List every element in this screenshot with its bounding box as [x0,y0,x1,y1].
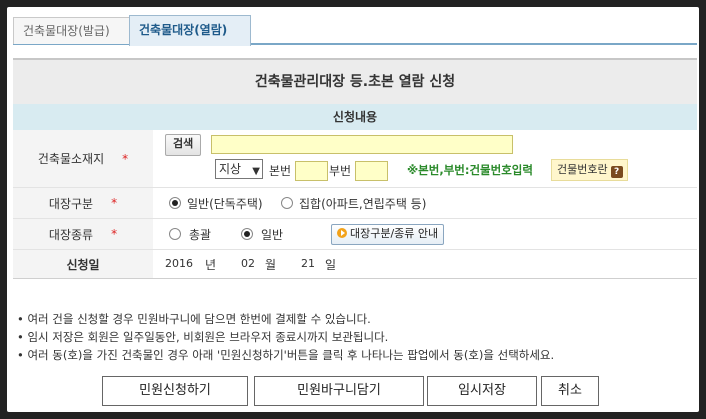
month-unit: 월 [265,258,277,272]
help-icon: ? [610,166,623,178]
ledger-kind-radio-summary[interactable] [169,228,181,240]
location-row: 건축물소재지 * 검색 지상 ▼ 본번 부번 ※본번,부번:건물번호입력 건물번… [13,130,697,188]
notice-list: • 여러 건을 신청할 경우 민원바구니에 담으면 한번에 결제할 수 있습니다… [17,310,697,364]
chevron-down-icon: ▼ [252,166,260,177]
required-mark: * [111,196,118,210]
ledger-kind-label-cell: 대장종류 * [13,219,153,249]
apply-year: 2016 [165,257,193,270]
ledger-kind-radio-general[interactable] [241,228,253,240]
location-label: 건축물소재지 [37,152,105,166]
ledger-kind-label: 대장종류 [48,227,94,242]
notice-item: • 임시 저장은 회원은 일주일동안, 비회원은 브라우저 종료시까지 보관됩니… [17,330,389,344]
main-no-label: 본번 [269,164,292,178]
required-mark: * [111,227,118,241]
apply-button[interactable]: 민원신청하기 [102,376,248,406]
application-window: 건축물대장(발급) 건축물대장(열람) 건축물관리대장 등.초본 열람 신청 신… [7,7,699,412]
main-no-input[interactable] [295,161,328,181]
land-type-select[interactable]: 지상 ▼ [215,159,263,179]
ledger-guide-button[interactable]: 대장구분/종류 안내 [331,224,445,245]
cancel-button[interactable]: 취소 [541,376,599,406]
ledger-type-label-cell: 대장구분 * [13,188,153,218]
sub-no-label: 부번 [329,164,352,178]
notice-item: • 여러 동(호)을 가진 건축물인 경우 아래 '민원신청하기'버튼을 클릭 … [17,348,555,362]
building-no-hint: ※본번,부번:건물번호입력 [407,163,533,177]
ledger-type-label: 대장구분 [48,196,94,211]
application-form: 건축물관리대장 등.초본 열람 신청 신청내용 건축물소재지 * 검색 지상 ▼… [13,58,697,279]
apply-month: 02 [241,257,255,270]
tab-view[interactable]: 건축물대장(열람) [129,15,251,46]
ledger-kind-option-general: 일반 [261,228,284,242]
form-title: 건축물관리대장 등.초본 열람 신청 [13,58,697,104]
action-bar: 민원신청하기 민원바구니담기 임시저장 취소 [7,376,699,406]
day-unit: 일 [325,258,337,272]
apply-date-label: 신청일 [66,257,100,272]
tab-bar: 건축물대장(발급) 건축물대장(열람) [13,13,697,46]
ledger-type-radio-collective[interactable] [281,197,293,209]
basket-button[interactable]: 민원바구니담기 [254,376,424,406]
land-type-value: 지상 [219,162,242,176]
temp-save-button[interactable]: 임시저장 [427,376,537,406]
play-icon [337,228,347,238]
section-title: 신청내용 [13,104,697,130]
building-no-help-label: 건물번호란 [557,163,608,176]
location-label-cell: 건축물소재지 * [13,130,153,187]
notice-item: • 여러 건을 신청할 경우 민원바구니에 담으면 한번에 결제할 수 있습니다… [17,312,371,326]
tab-issue[interactable]: 건축물대장(발급) [13,17,133,44]
ledger-kind-row: 대장종류 * 총괄 일반 대장구분/종류 안내 [13,219,697,250]
ledger-type-option-collective: 집합(아파트,연립주택 등) [299,197,427,211]
building-no-help-button[interactable]: 건물번호란? [551,159,628,181]
apply-date-label-cell: 신청일 [13,250,153,278]
address-input[interactable] [211,135,513,154]
ledger-kind-option-summary: 총괄 [189,228,212,242]
year-unit: 년 [205,258,217,272]
sub-no-input[interactable] [355,161,388,181]
search-button[interactable]: 검색 [165,134,202,156]
ledger-type-option-general: 일반(단독주택) [187,197,263,211]
required-mark: * [122,151,129,166]
apply-date-row: 신청일 2016 년 02 월 21 일 [13,250,697,279]
ledger-type-row: 대장구분 * 일반(단독주택) 집합(아파트,연립주택 등) [13,188,697,219]
ledger-guide-label: 대장구분/종류 안내 [350,227,439,240]
apply-day: 21 [301,257,315,270]
ledger-type-radio-general[interactable] [169,197,181,209]
